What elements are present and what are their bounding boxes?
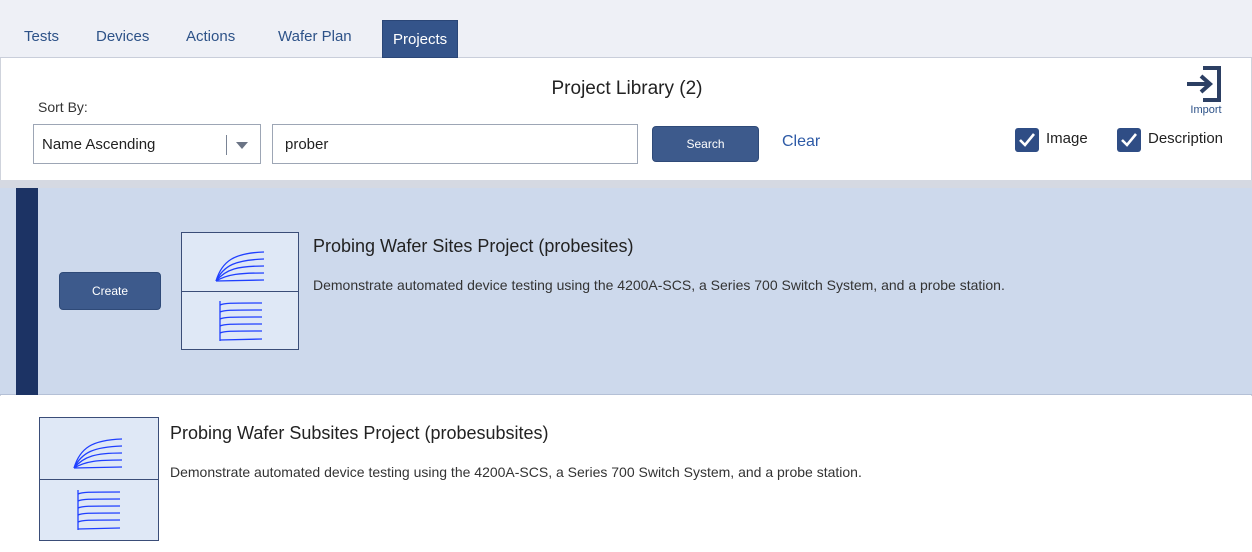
project-title: Probing Wafer Subsites Project (probesub… [170,423,549,443]
project-description: Demonstrate automated device testing usi… [170,464,862,480]
project-thumbnail [181,232,299,350]
iv-curve-icon [219,301,263,341]
sort-select-value: Name Ascending [42,136,156,153]
page-title: Project Library (2) [551,78,703,99]
chevron-down-icon[interactable] [236,142,248,149]
import-button[interactable]: Import [1181,64,1231,122]
description-checkbox[interactable] [1117,128,1141,152]
list-divider [0,180,1252,188]
project-description: Demonstrate automated device testing usi… [313,277,1005,293]
project-row-probesubsites[interactable]: Probing Wafer Subsites Project (probesub… [0,396,1252,552]
tab-wafer-plan[interactable]: Wafer Plan [268,22,362,58]
search-button[interactable]: Search [652,126,759,162]
iv-curve-icon [77,490,121,530]
library-header: Project Library (2) Sort By: Name Ascend… [0,58,1252,180]
tab-actions[interactable]: Actions [176,22,245,58]
project-title: Probing Wafer Sites Project (probesites) [313,236,634,256]
select-separator [226,135,227,155]
search-input[interactable] [272,124,638,164]
project-thumbnail [39,417,159,541]
project-library-window: Tests Devices Actions Wafer Plan Project… [0,0,1252,552]
description-checkbox-label: Description [1148,130,1224,147]
checkmark-icon [1121,133,1138,147]
tab-bar: Tests Devices Actions Wafer Plan Project… [0,0,1252,58]
import-label: Import [1190,104,1222,116]
iv-curve-icon [215,251,265,282]
checkmark-icon [1019,133,1036,147]
thumbnail-divider [40,479,158,480]
iv-curve-icon [73,438,123,469]
import-icon [1187,66,1221,102]
image-checkbox-label: Image [1046,130,1088,147]
clear-link[interactable]: Clear [782,133,820,151]
image-checkbox[interactable] [1015,128,1039,152]
tab-tests[interactable]: Tests [14,22,69,58]
sort-by-label: Sort By: [38,99,88,115]
tab-devices[interactable]: Devices [86,22,159,58]
create-button[interactable]: Create [59,272,161,310]
project-row-probesites[interactable]: Create Probing Wafer Sites Project (prob… [0,188,1252,395]
tab-projects[interactable]: Projects [382,20,459,58]
sort-select[interactable]: Name Ascending [33,124,261,164]
selection-bar [16,188,38,395]
thumbnail-divider [182,291,298,292]
